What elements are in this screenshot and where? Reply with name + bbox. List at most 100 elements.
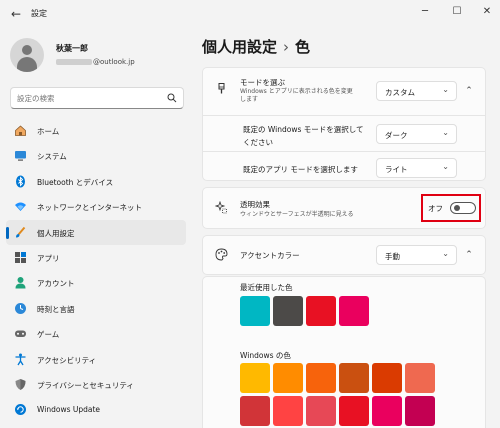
app-mode-label: 既定のアプリ モードを選択します (243, 165, 358, 174)
windows-mode-dropdown[interactable]: ダーク ⌄ (376, 124, 457, 144)
sidebar-item-gaming[interactable]: ゲーム (6, 321, 186, 346)
color-swatch[interactable] (306, 396, 336, 426)
sidebar-item-label: プライバシーとセキュリティ (37, 380, 134, 390)
sidebar-item-apps[interactable]: アプリ (6, 245, 186, 270)
search-input[interactable] (17, 92, 157, 104)
system-icon (15, 151, 26, 162)
sidebar-item-time-language[interactable]: 時刻と言語 (6, 296, 186, 321)
mode-subtitle-line1: Windows とアプリに表示される色を変更 (240, 88, 353, 95)
windows-mode-label-line1: 既定の Windows モードを選択して (243, 125, 364, 134)
sidebar-item-label: ゲーム (37, 330, 60, 340)
transparency-state-label: オフ (428, 204, 443, 213)
sidebar-item-label: アカウント (37, 279, 75, 289)
windows-mode-label: 既定の Windows モードを選択して ください (243, 124, 364, 148)
mode-subtitle-line2: します (240, 96, 259, 103)
app-mode-dropdown[interactable]: ライト ⌄ (376, 158, 457, 178)
bluetooth-icon (16, 175, 25, 188)
palette-icon (215, 248, 228, 261)
color-swatch[interactable] (306, 296, 336, 326)
color-swatch[interactable] (405, 396, 435, 426)
sidebar-nav: ホーム システム Bluetooth とデバイス ネットワークとインターネット … (6, 118, 186, 423)
chevron-down-icon: ⌄ (442, 128, 449, 137)
mode-subtitle: Windows とアプリに表示される色を変更 します (240, 88, 353, 104)
color-swatch[interactable] (339, 396, 369, 426)
color-swatch[interactable] (372, 363, 402, 393)
color-swatch[interactable] (372, 396, 402, 426)
sidebar-item-home[interactable]: ホーム (6, 118, 186, 143)
sidebar-item-privacy[interactable]: プライバシーとセキュリティ (6, 372, 186, 397)
chevron-down-icon: ⌄ (442, 162, 449, 171)
minimize-icon[interactable]: ─ (418, 5, 432, 19)
sidebar-item-network[interactable]: ネットワークとインターネット (6, 194, 186, 219)
color-swatch[interactable] (273, 296, 303, 326)
back-arrow-icon[interactable]: ← (8, 6, 24, 22)
email-redaction (56, 59, 92, 65)
avatar-head (22, 45, 32, 55)
title-bar: ← 設定 ─ ☐ ✕ (0, 0, 500, 30)
home-icon (15, 125, 26, 136)
chevron-up-icon[interactable]: ⌃ (462, 84, 476, 98)
color-swatch[interactable] (339, 363, 369, 393)
sidebar-item-bluetooth[interactable]: Bluetooth とデバイス (6, 169, 186, 194)
mode-dropdown[interactable]: カスタム ⌄ (376, 81, 457, 101)
chevron-up-icon[interactable]: ⌃ (462, 248, 476, 262)
brush-icon (218, 83, 225, 94)
chevron-down-icon: ⌄ (442, 85, 449, 94)
toggle-knob (454, 205, 460, 211)
sidebar-item-accounts[interactable]: アカウント (6, 270, 186, 295)
update-icon (15, 404, 26, 416)
accent-dropdown[interactable]: 手動 ⌄ (376, 245, 457, 265)
sidebar-item-label: Bluetooth とデバイス (37, 177, 114, 187)
user-email: @outlook.jp (56, 58, 135, 66)
breadcrumb-separator: › (283, 38, 290, 56)
windows-mode-label-line2: ください (243, 138, 273, 147)
page-title: 個人用設定 › 色 (202, 36, 310, 57)
color-swatch[interactable] (339, 296, 369, 326)
sidebar-item-label: 時刻と言語 (37, 304, 75, 314)
avatar-body (17, 57, 37, 72)
color-swatch[interactable] (273, 396, 303, 426)
search-icon[interactable] (167, 93, 177, 103)
accent-dropdown-value: 手動 (385, 252, 400, 261)
sidebar-item-label: Windows Update (37, 405, 101, 415)
account-icon (15, 277, 26, 289)
user-email-suffix: @outlook.jp (93, 58, 135, 66)
highlight-box: オフ (421, 194, 481, 222)
color-swatch[interactable] (273, 363, 303, 393)
breadcrumb-current: 色 (295, 38, 311, 56)
shield-icon (15, 378, 26, 390)
sidebar-item-personalization[interactable]: 個人用設定 (6, 219, 186, 245)
maximize-icon[interactable]: ☐ (450, 5, 464, 19)
sidebar-item-windows-update[interactable]: Windows Update (6, 397, 186, 422)
app-title: 設定 (31, 9, 47, 18)
app-mode-value: ライト (385, 165, 408, 174)
accessibility-icon (15, 353, 26, 365)
mode-dropdown-value: カスタム (385, 88, 415, 97)
sidebar-item-label: 個人用設定 (37, 228, 75, 238)
breadcrumb-parent[interactable]: 個人用設定 (202, 38, 277, 56)
divider (203, 115, 486, 116)
sparkle-icon (215, 201, 227, 214)
transparency-title: 透明効果 (240, 200, 270, 209)
color-swatch[interactable] (240, 296, 270, 326)
sidebar-item-system[interactable]: システム (6, 143, 186, 168)
game-icon (15, 330, 26, 338)
transparency-subtitle: ウィンドウとサーフェスが半透明に見える (240, 211, 354, 218)
color-swatch[interactable] (306, 363, 336, 393)
network-icon (15, 202, 26, 212)
close-icon[interactable]: ✕ (480, 5, 494, 19)
color-swatch[interactable] (240, 363, 270, 393)
sidebar-item-label: システム (37, 152, 67, 162)
recent-colors-label: 最近使用した色 (240, 283, 293, 292)
color-swatch[interactable] (240, 396, 270, 426)
chevron-down-icon: ⌄ (442, 249, 449, 258)
user-name: 秋葉一郎 (56, 44, 88, 53)
search-box[interactable] (10, 87, 184, 109)
avatar[interactable] (10, 38, 44, 72)
transparency-toggle[interactable] (450, 202, 476, 214)
apps-icon (15, 251, 26, 263)
sidebar-item-label: アプリ (37, 253, 60, 263)
color-swatch[interactable] (405, 363, 435, 393)
sidebar-item-label: ネットワークとインターネット (37, 203, 142, 213)
sidebar-item-accessibility[interactable]: アクセシビリティ (6, 347, 186, 372)
